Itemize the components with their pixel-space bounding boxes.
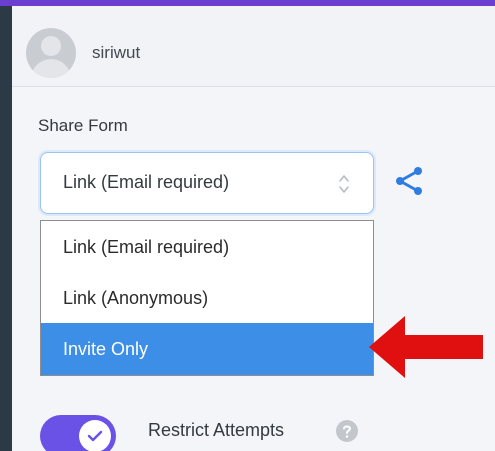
share-mode-dropdown: Link (Email required) Link (Anonymous) I… <box>40 220 374 376</box>
option-link-anonymous[interactable]: Link (Anonymous) <box>41 272 373 324</box>
share-form-title: Share Form <box>38 116 128 135</box>
share-icon[interactable] <box>392 164 426 198</box>
option-invite-only[interactable]: Invite Only <box>41 323 373 375</box>
avatar <box>26 28 76 78</box>
option-link-email-required[interactable]: Link (Email required) <box>41 221 373 273</box>
username: siriwut <box>92 43 141 62</box>
user-bar: siriwut <box>12 6 495 87</box>
restrict-attempts-label: Restrict Attempts <box>148 420 285 440</box>
toggle-knob <box>79 420 111 451</box>
share-mode-select[interactable]: Link (Email required) <box>40 152 374 214</box>
restrict-attempts-toggle[interactable] <box>40 415 116 451</box>
chevron-updown-icon <box>339 175 349 193</box>
avatar-head <box>41 36 61 56</box>
red-arrow-icon <box>369 316 483 378</box>
check-icon <box>87 430 103 442</box>
share-mode-selected-value: Link (Email required) <box>63 172 230 192</box>
question-icon[interactable] <box>336 420 358 442</box>
share-settings-panel: siriwut Share Form Link (Email required)… <box>12 6 495 451</box>
avatar-body <box>31 59 71 78</box>
